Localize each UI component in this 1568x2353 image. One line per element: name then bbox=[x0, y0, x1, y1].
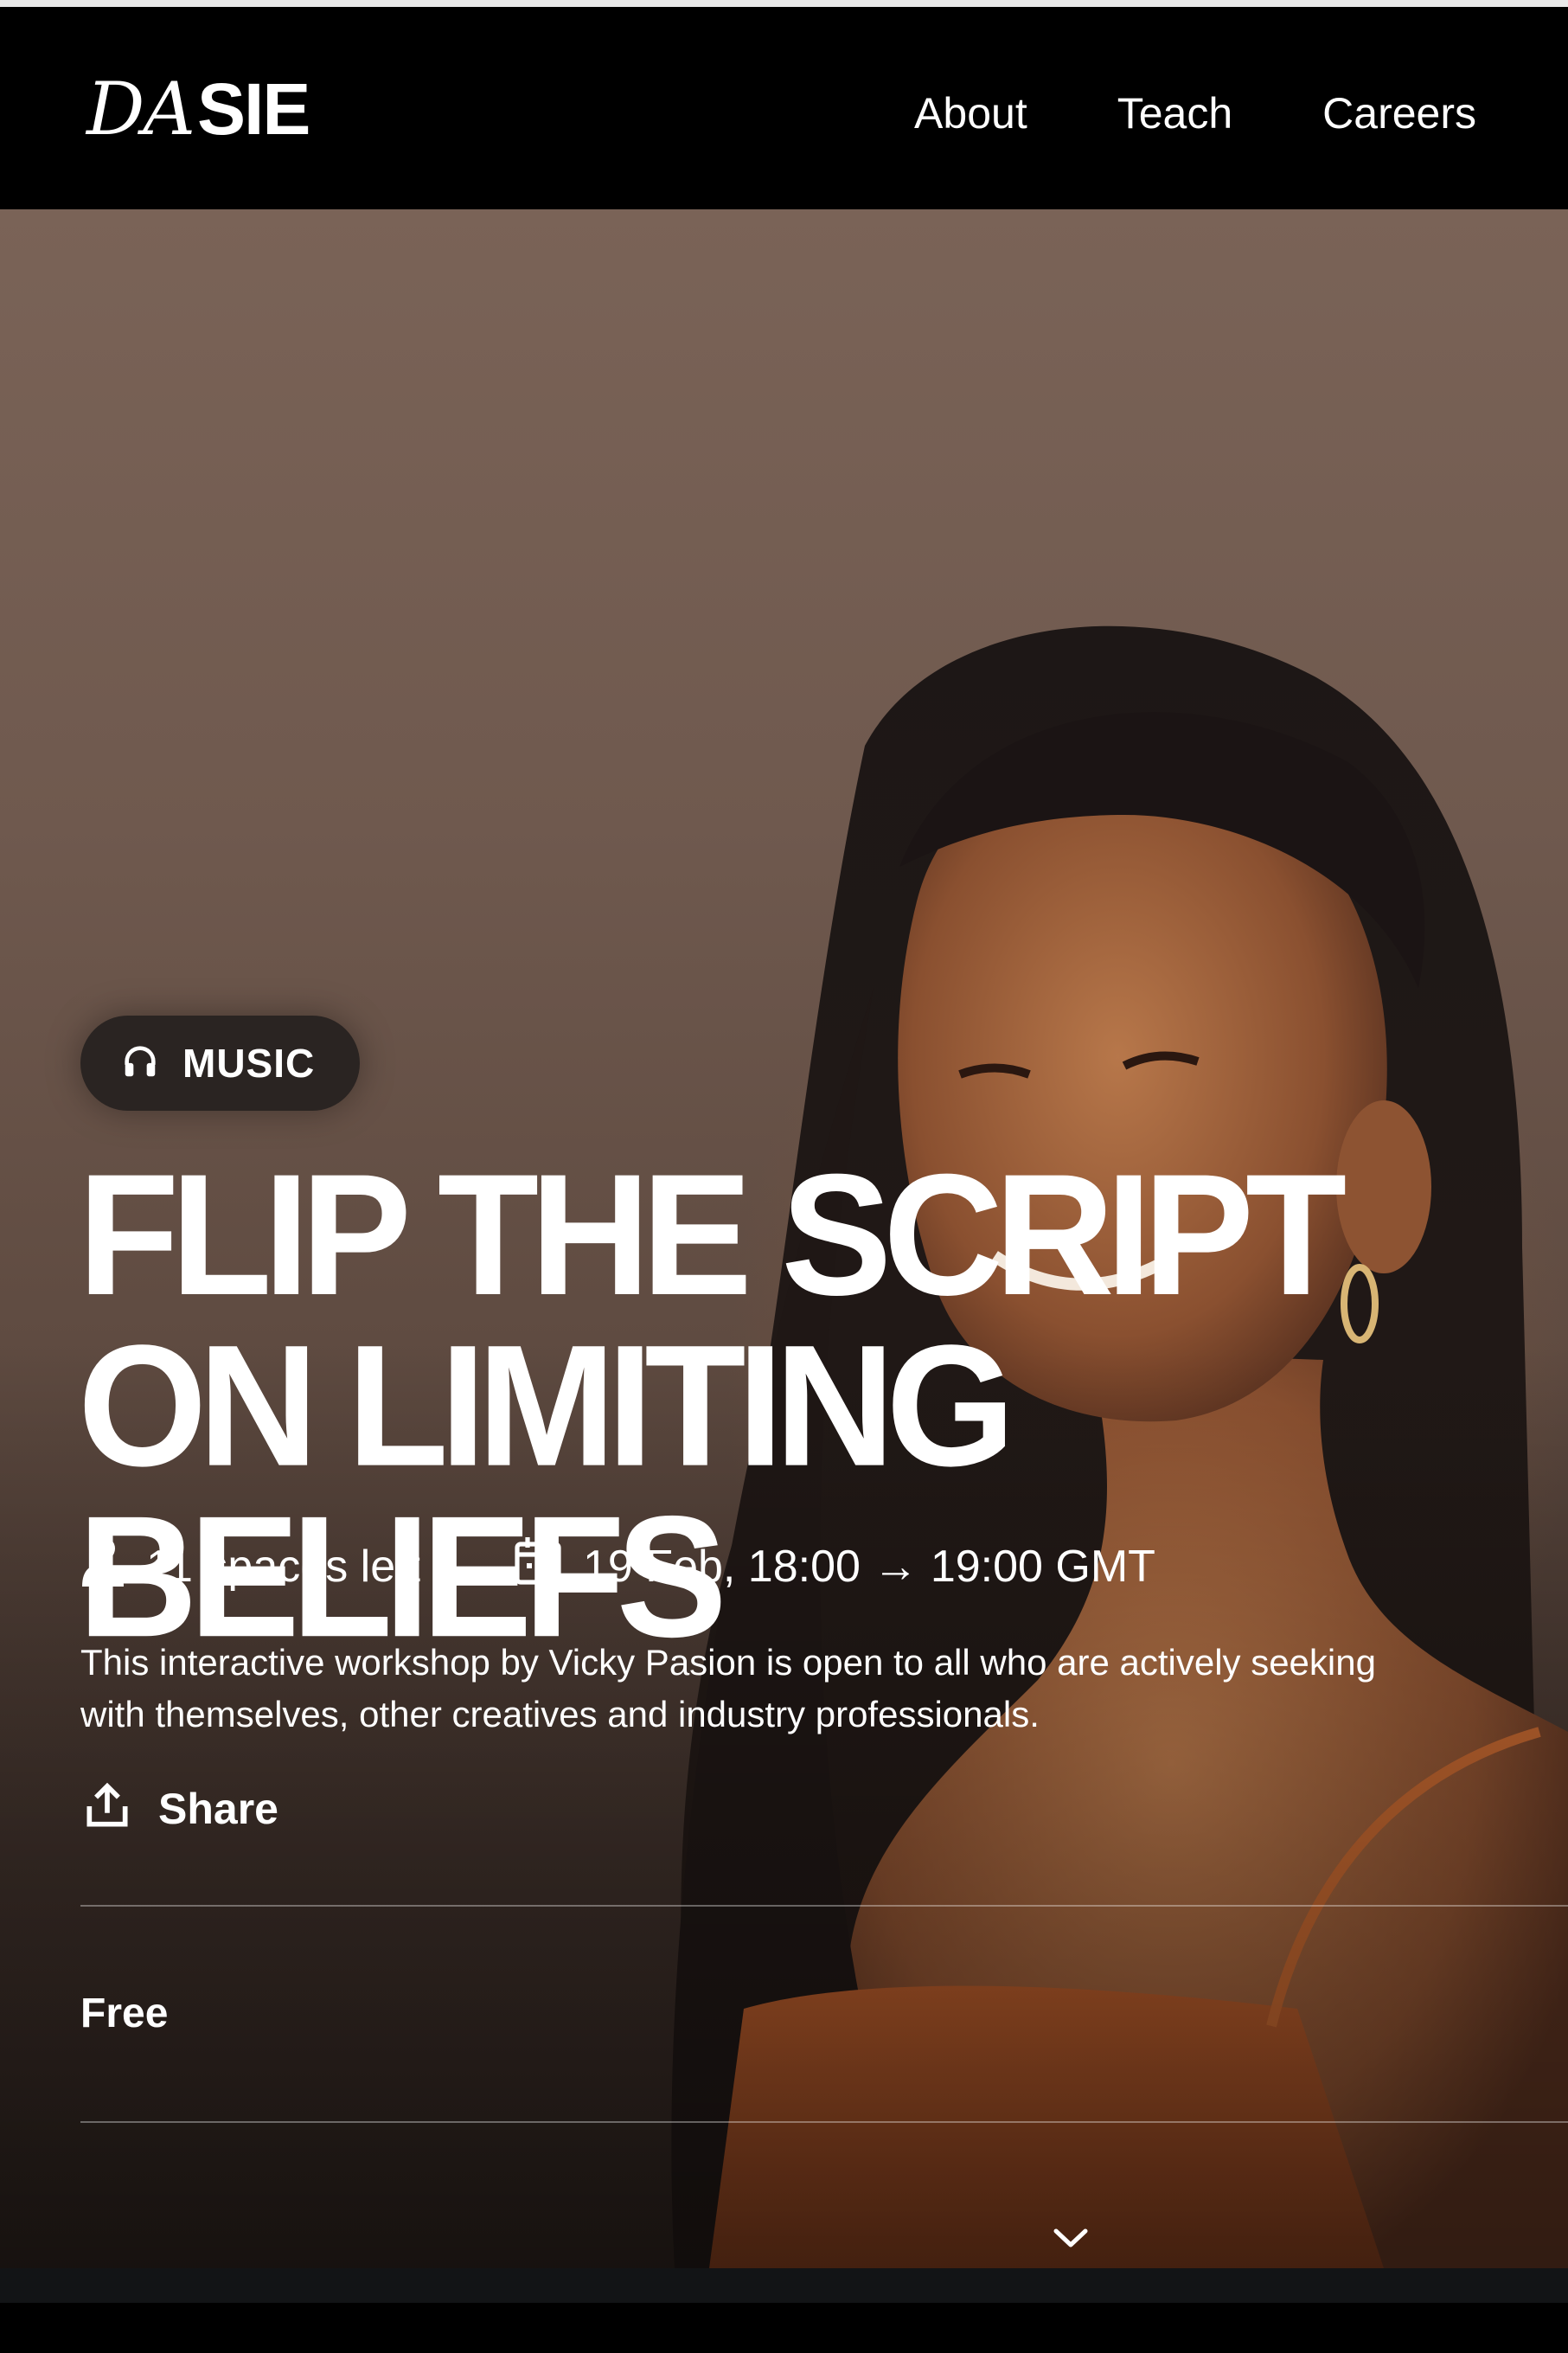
share-icon bbox=[80, 1779, 134, 1837]
logo-bold: SIE bbox=[197, 67, 310, 150]
headphones-icon bbox=[120, 1042, 160, 1086]
spaces-left-text: 11 spaces left bbox=[146, 1541, 421, 1592]
spaces-left: 11 spaces left bbox=[80, 1535, 420, 1598]
price: Free bbox=[80, 1991, 169, 2036]
nav-link-about[interactable]: About bbox=[914, 88, 1027, 138]
user-icon bbox=[80, 1535, 125, 1598]
event-schedule: 19 Feb, 18:00 → 19:00 GMT bbox=[514, 1536, 1155, 1597]
logo-script: DA bbox=[86, 67, 195, 151]
top-strip bbox=[0, 0, 1568, 7]
category-tag[interactable]: MUSIC bbox=[80, 1016, 361, 1111]
share-button[interactable]: Share bbox=[80, 1779, 278, 1837]
divider-bottom bbox=[80, 2121, 1568, 2123]
calendar-icon bbox=[514, 1536, 562, 1597]
main-nav: About Teach Careers bbox=[914, 88, 1476, 138]
chevron-down-icon bbox=[1051, 2228, 1091, 2254]
bottom-strip bbox=[0, 2268, 1568, 2303]
share-label: Share bbox=[158, 1784, 278, 1833]
nav-link-teach[interactable]: Teach bbox=[1117, 88, 1232, 138]
nav-link-careers[interactable]: Careers bbox=[1322, 88, 1476, 138]
category-label: MUSIC bbox=[182, 1041, 316, 1086]
event-meta: 11 spaces left 19 Feb, 18:00 → 19:00 GMT bbox=[80, 1535, 1155, 1598]
event-schedule-text: 19 Feb, 18:00 → 19:00 GMT bbox=[583, 1541, 1155, 1592]
scroll-down-button[interactable] bbox=[1051, 2225, 1091, 2255]
navbar: DA SIE About Teach Careers bbox=[0, 7, 1568, 209]
divider-top bbox=[80, 1905, 1568, 1907]
hero-section: MUSIC FLIP THE SCRIPT ON LIMITING BELIEF… bbox=[0, 209, 1568, 2268]
workshop-description: This interactive workshop by Vicky Pasio… bbox=[80, 1642, 1376, 1734]
logo[interactable]: DA SIE bbox=[86, 66, 310, 152]
